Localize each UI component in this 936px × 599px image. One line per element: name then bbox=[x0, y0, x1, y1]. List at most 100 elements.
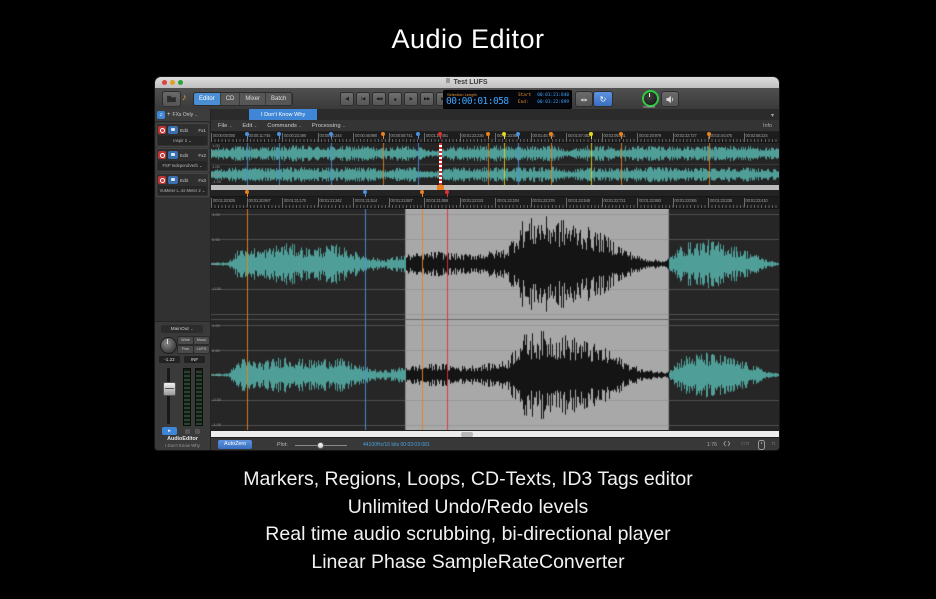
marker-pin[interactable] bbox=[365, 190, 366, 197]
menu-processing[interactable]: Processing ⌄ bbox=[312, 123, 346, 129]
fx-chain-header: ♫ + FXs Only ⌄ bbox=[155, 109, 210, 122]
meter-option-icon[interactable] bbox=[185, 429, 190, 434]
marker-pin[interactable] bbox=[331, 132, 332, 139]
marker-pin-head bbox=[502, 132, 506, 136]
marker-pin[interactable] bbox=[518, 132, 519, 139]
pan-button[interactable]: Pan bbox=[177, 345, 194, 354]
tab-batch[interactable]: Batch bbox=[266, 93, 292, 105]
lufs-button[interactable]: LUFS bbox=[193, 345, 210, 354]
fx-mode-select[interactable]: FXs Only ⌄ bbox=[173, 112, 198, 118]
window-titlebar[interactable]: Test LUFS bbox=[155, 77, 779, 88]
tab-list-icon[interactable]: ▾ bbox=[771, 112, 774, 119]
overview-waveform[interactable]: 1.000.001.000.00-1.00 bbox=[211, 143, 779, 185]
speaker-button[interactable] bbox=[661, 91, 679, 107]
marker-pin[interactable] bbox=[621, 132, 622, 139]
transport-button-4[interactable]: ▶ bbox=[404, 92, 418, 106]
fx-preset-icon[interactable] bbox=[168, 176, 178, 184]
marker-pin[interactable] bbox=[247, 190, 248, 197]
start-end-display: Start 00:01:21:840 End: 00:01:22:899 bbox=[516, 91, 571, 108]
marker-pin[interactable] bbox=[247, 132, 248, 139]
selection-length-display: Selection Length 00:00:01:058 bbox=[444, 91, 516, 108]
marker-pin[interactable] bbox=[422, 190, 423, 197]
fx-bypass-icon[interactable] bbox=[158, 151, 166, 159]
close-button[interactable] bbox=[162, 80, 167, 85]
amplitude-scale-label: 0.50 bbox=[212, 349, 220, 353]
fx-plugin-select[interactable]: Inspir 2 ⌄ bbox=[158, 136, 207, 145]
transport-button-0[interactable]: ◀| bbox=[340, 92, 354, 106]
overview-playhead[interactable] bbox=[439, 143, 442, 185]
marker-pin[interactable] bbox=[591, 132, 592, 139]
meter-option-icon-2[interactable] bbox=[195, 429, 200, 434]
peak-value[interactable]: INF bbox=[184, 356, 205, 363]
marker-pin-head bbox=[420, 190, 424, 194]
plot-slider-thumb[interactable] bbox=[317, 442, 324, 449]
zoom-out-icon[interactable]: ❮❯ bbox=[723, 441, 731, 447]
time-display: Selection Length 00:00:01:058 Start 00:0… bbox=[443, 90, 572, 109]
fx-plugin-select[interactable]: FSP IndependVerb ⌄ bbox=[158, 161, 207, 170]
transport-button-2[interactable]: ◀◀ bbox=[372, 92, 386, 106]
fx-preset-icon[interactable] bbox=[168, 151, 178, 159]
marker-pin[interactable] bbox=[709, 132, 710, 139]
menu-edit[interactable]: Edit ⌄ bbox=[242, 123, 257, 129]
fx-preset-icon[interactable] bbox=[168, 126, 178, 134]
main-waveform[interactable]: 1.000.500.00-0.501.000.500.00-0.50-1.00 bbox=[211, 209, 779, 430]
wide-button[interactable]: Wide bbox=[177, 336, 194, 345]
plot-slider[interactable] bbox=[295, 445, 347, 446]
fx-bypass-icon[interactable] bbox=[158, 176, 166, 184]
marker-pin-head bbox=[416, 132, 420, 136]
mouse-mode-icon[interactable] bbox=[758, 440, 765, 450]
tab-editor[interactable]: Editor bbox=[194, 93, 221, 105]
page: Audio Editor Test LUFS ♪ EditorCDMixerBa… bbox=[0, 0, 936, 599]
amplitude-scale-label: -0.50 bbox=[212, 287, 221, 291]
horizontal-scrollbar[interactable] bbox=[211, 430, 779, 437]
scrub-button[interactable]: ◀ ▶ bbox=[575, 91, 593, 107]
menu-commands[interactable]: Commands ⌄ bbox=[267, 123, 302, 129]
ruler-label: 00:00:46:990 bbox=[353, 133, 377, 142]
tool-icon[interactable]: □ bbox=[772, 441, 775, 447]
ruler-label: 00:01:21:342 bbox=[318, 198, 342, 207]
mono-button[interactable]: Mono bbox=[193, 336, 210, 345]
snap-icon[interactable]: □ □ bbox=[742, 441, 749, 447]
marker-pin-head bbox=[549, 132, 553, 136]
marker-pin[interactable] bbox=[488, 132, 489, 139]
main-waveform-canvas[interactable] bbox=[211, 209, 779, 430]
transport-button-1[interactable]: |◀ bbox=[356, 92, 370, 106]
fx-plugin-select[interactable]: VuMeter L..ss Meter 2 ⌄ bbox=[158, 186, 207, 195]
marker-pin[interactable] bbox=[551, 132, 552, 139]
overview-waveform-canvas[interactable] bbox=[211, 143, 779, 185]
main-ruler[interactable]: 00:01:20:82500:01:20:99700:01:21:17000:0… bbox=[211, 197, 779, 208]
menu-file[interactable]: File ⌄ bbox=[218, 123, 232, 129]
tab-cd[interactable]: CD bbox=[221, 93, 241, 105]
add-fx-button[interactable]: + bbox=[167, 112, 171, 118]
marker-pin[interactable] bbox=[418, 132, 419, 139]
marker-pin[interactable] bbox=[383, 132, 384, 139]
tab-mixer[interactable]: Mixer bbox=[240, 93, 266, 105]
fx-edit-button[interactable]: Edit bbox=[180, 178, 188, 183]
minimize-button[interactable] bbox=[170, 80, 175, 85]
zoom-button[interactable] bbox=[178, 80, 183, 85]
fx-edit-button[interactable]: Edit bbox=[180, 128, 188, 133]
horizontal-scroll-thumb[interactable] bbox=[461, 432, 473, 437]
loop-button[interactable]: ↻ bbox=[593, 91, 613, 107]
autozero-button[interactable]: AutoZero bbox=[218, 440, 252, 449]
amplitude-scale-label: -1.00 bbox=[212, 180, 221, 184]
volume-fader-handle[interactable] bbox=[163, 382, 176, 396]
fx-edit-button[interactable]: Edit bbox=[180, 153, 188, 158]
open-file-button[interactable] bbox=[162, 91, 181, 107]
menu-bar: File ⌄ Edit ⌄ Commands ⌄ Processing ⌄ Info bbox=[211, 120, 779, 132]
overview-ruler[interactable]: 00:00:00:00000:00:11:74500:00:23:49000:0… bbox=[211, 132, 779, 143]
mixer-mode-button[interactable]: ▸ bbox=[162, 427, 177, 435]
marker-lane[interactable] bbox=[211, 190, 779, 197]
pan-knob[interactable] bbox=[160, 337, 177, 354]
ruler-label: 00:01:22:376 bbox=[531, 198, 555, 207]
marker-pin[interactable] bbox=[279, 132, 280, 139]
fx-bypass-icon[interactable] bbox=[158, 126, 166, 134]
gain-value[interactable]: -1.22 bbox=[159, 356, 180, 363]
marker-pin[interactable] bbox=[447, 190, 448, 197]
marker-pin[interactable] bbox=[440, 132, 441, 139]
transport-button-5[interactable]: ▶▶ bbox=[420, 92, 434, 106]
marker-pin[interactable] bbox=[504, 132, 505, 139]
transport-button-3[interactable]: ■ bbox=[388, 92, 402, 106]
info-label[interactable]: Info bbox=[763, 123, 772, 129]
output-select[interactable]: MainOut ⌄ bbox=[161, 325, 203, 333]
